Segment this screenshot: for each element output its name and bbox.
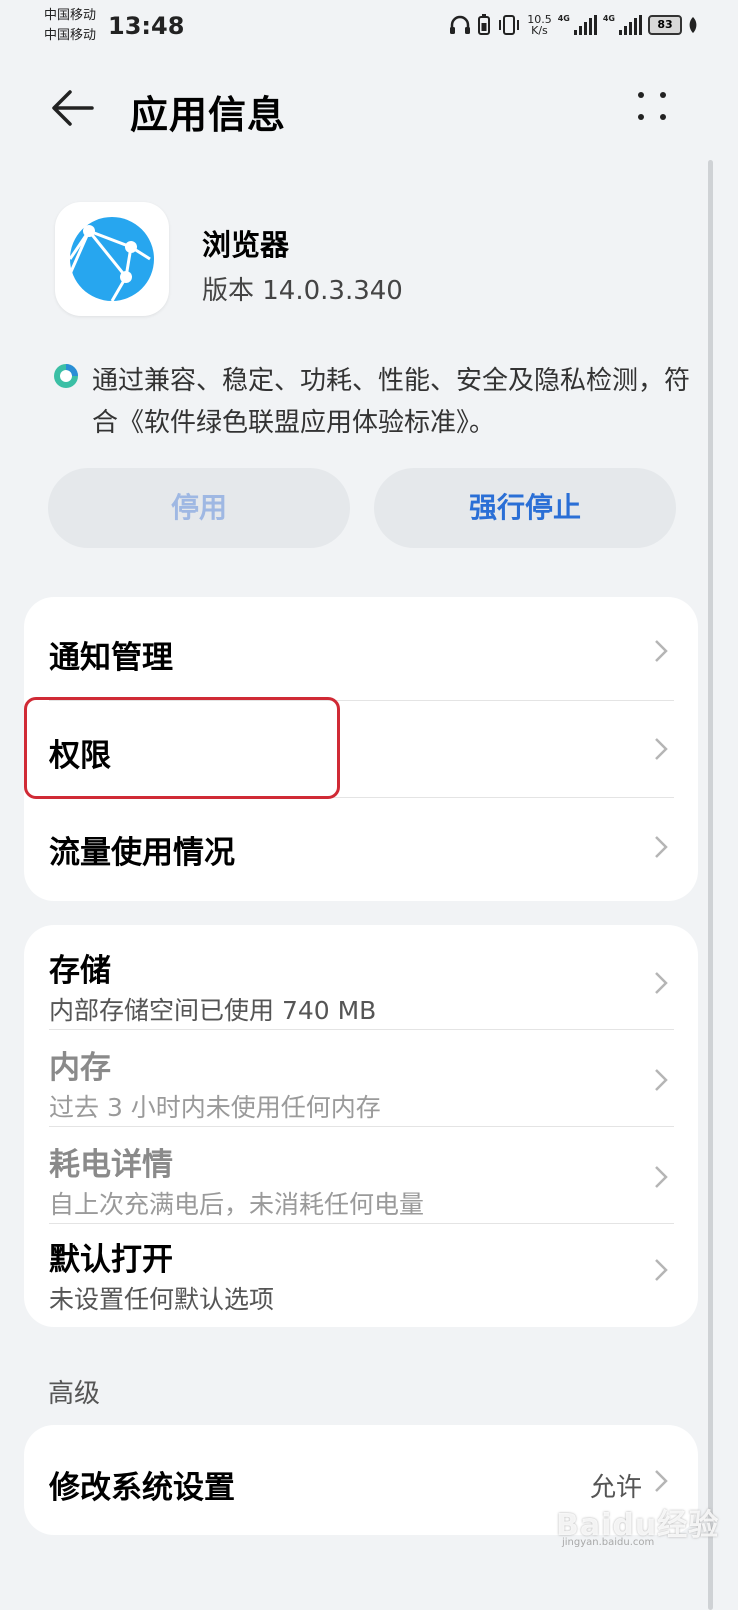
row-value: 允许 xyxy=(589,1473,642,1503)
battery-saver-icon xyxy=(478,14,491,35)
scrollbar[interactable] xyxy=(708,160,713,1610)
row-label: 耗电详情 xyxy=(49,1147,173,1183)
status-icons: 10.5 K/s 4G 4G 83 xyxy=(449,14,698,36)
leaf-icon xyxy=(689,17,697,33)
network-type-1: 4G xyxy=(557,14,570,23)
data-usage-row[interactable]: 流量使用情况 xyxy=(24,798,698,901)
row-subtitle: 自上次充满电后，未消耗任何电量 xyxy=(49,1190,425,1219)
verification-text: 通过兼容、稳定、功耗、性能、安全及隐私检测，符合《软件绿色联盟应用体验标准》。 xyxy=(92,366,691,438)
power-usage-row[interactable]: 耗电详情 自上次充满电后，未消耗任何电量 xyxy=(24,1127,698,1223)
notification-management-row[interactable]: 通知管理 xyxy=(24,597,698,701)
network-type-2: 4G xyxy=(602,14,615,23)
network-speed: 10.5 K/s xyxy=(527,14,552,36)
force-stop-button[interactable]: 强行停止 xyxy=(374,468,676,548)
chevron-right-icon xyxy=(655,1259,668,1281)
open-by-default-row[interactable]: 默认打开 未设置任何默认选项 xyxy=(24,1224,698,1327)
disable-button[interactable]: 停用 xyxy=(48,468,350,548)
row-label: 流量使用情况 xyxy=(49,835,235,871)
back-arrow-icon[interactable] xyxy=(50,86,94,130)
app-name: 浏览器 xyxy=(202,228,290,262)
row-label: 修改系统设置 xyxy=(49,1470,235,1506)
carrier-2: 中国移动 xyxy=(44,28,97,43)
row-subtitle: 未设置任何默认选项 xyxy=(49,1285,275,1314)
highlight-box xyxy=(24,697,340,799)
app-version: 版本 14.0.3.340 xyxy=(202,276,403,306)
row-label: 存储 xyxy=(49,953,111,989)
signal-icon-2 xyxy=(619,15,642,35)
memory-row[interactable]: 内存 过去 3 小时内未使用任何内存 xyxy=(24,1030,698,1126)
chevron-right-icon xyxy=(655,640,668,662)
chevron-right-icon xyxy=(655,1069,668,1091)
chevron-right-icon xyxy=(655,1470,668,1492)
headphones-icon xyxy=(450,15,471,34)
network-speed-unit: K/s xyxy=(531,24,548,37)
chevron-right-icon xyxy=(655,1166,668,1188)
app-icon xyxy=(55,202,169,316)
chevron-right-icon xyxy=(655,738,668,760)
watermark-url: jingyan.baidu.com xyxy=(562,1537,655,1548)
more-options-icon[interactable] xyxy=(634,88,670,124)
row-label: 通知管理 xyxy=(49,640,173,676)
carrier-1: 中国移动 xyxy=(44,8,97,23)
signal-icon xyxy=(573,15,597,35)
browser-globe-icon xyxy=(68,217,154,302)
row-subtitle: 过去 3 小时内未使用任何内存 xyxy=(49,1093,381,1122)
green-alliance-icon xyxy=(54,364,78,388)
vibrate-icon xyxy=(499,15,520,35)
storage-row[interactable]: 存储 内部存储空间已使用 740 MB xyxy=(24,925,698,1030)
section-title-advanced: 高级 xyxy=(48,1379,101,1409)
status-time: 13:48 xyxy=(108,12,185,40)
chevron-right-icon xyxy=(655,972,668,994)
chevron-right-icon xyxy=(655,836,668,858)
row-subtitle: 内部存储空间已使用 740 MB xyxy=(49,996,377,1025)
settings-card-2: 存储 内部存储空间已使用 740 MB 内存 过去 3 小时内未使用任何内存 耗… xyxy=(24,925,698,1327)
page-title: 应用信息 xyxy=(130,93,287,137)
row-label: 内存 xyxy=(49,1050,111,1086)
row-label: 默认打开 xyxy=(49,1242,173,1278)
battery-icon: 83 xyxy=(648,15,682,35)
